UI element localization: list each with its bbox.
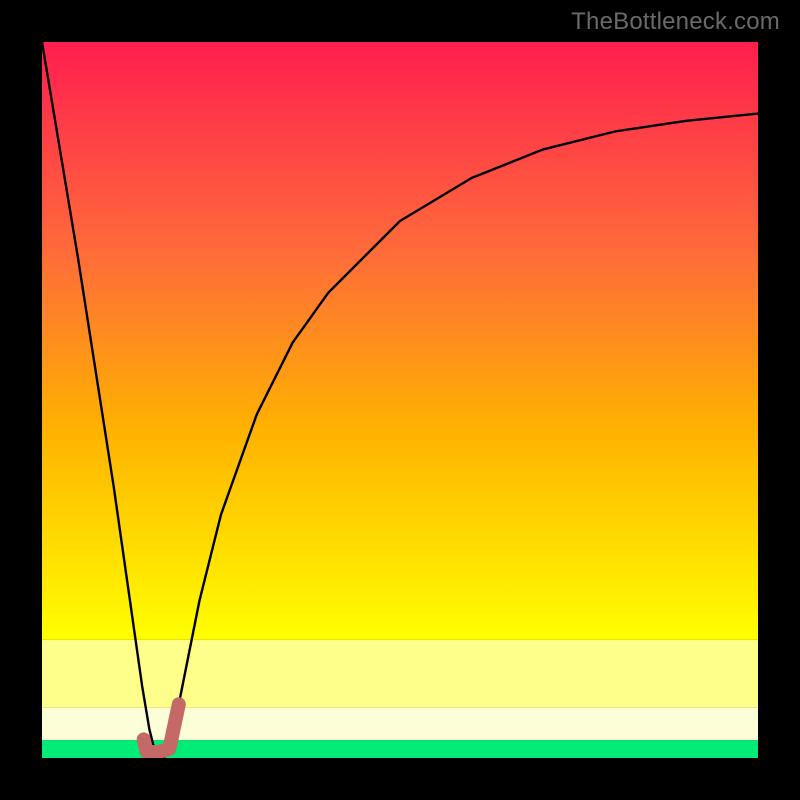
background-bands bbox=[42, 42, 758, 758]
watermark-text: TheBottleneck.com bbox=[571, 8, 780, 36]
bottleneck-chart bbox=[42, 42, 758, 758]
chart-frame: TheBottleneck.com bbox=[0, 0, 800, 800]
